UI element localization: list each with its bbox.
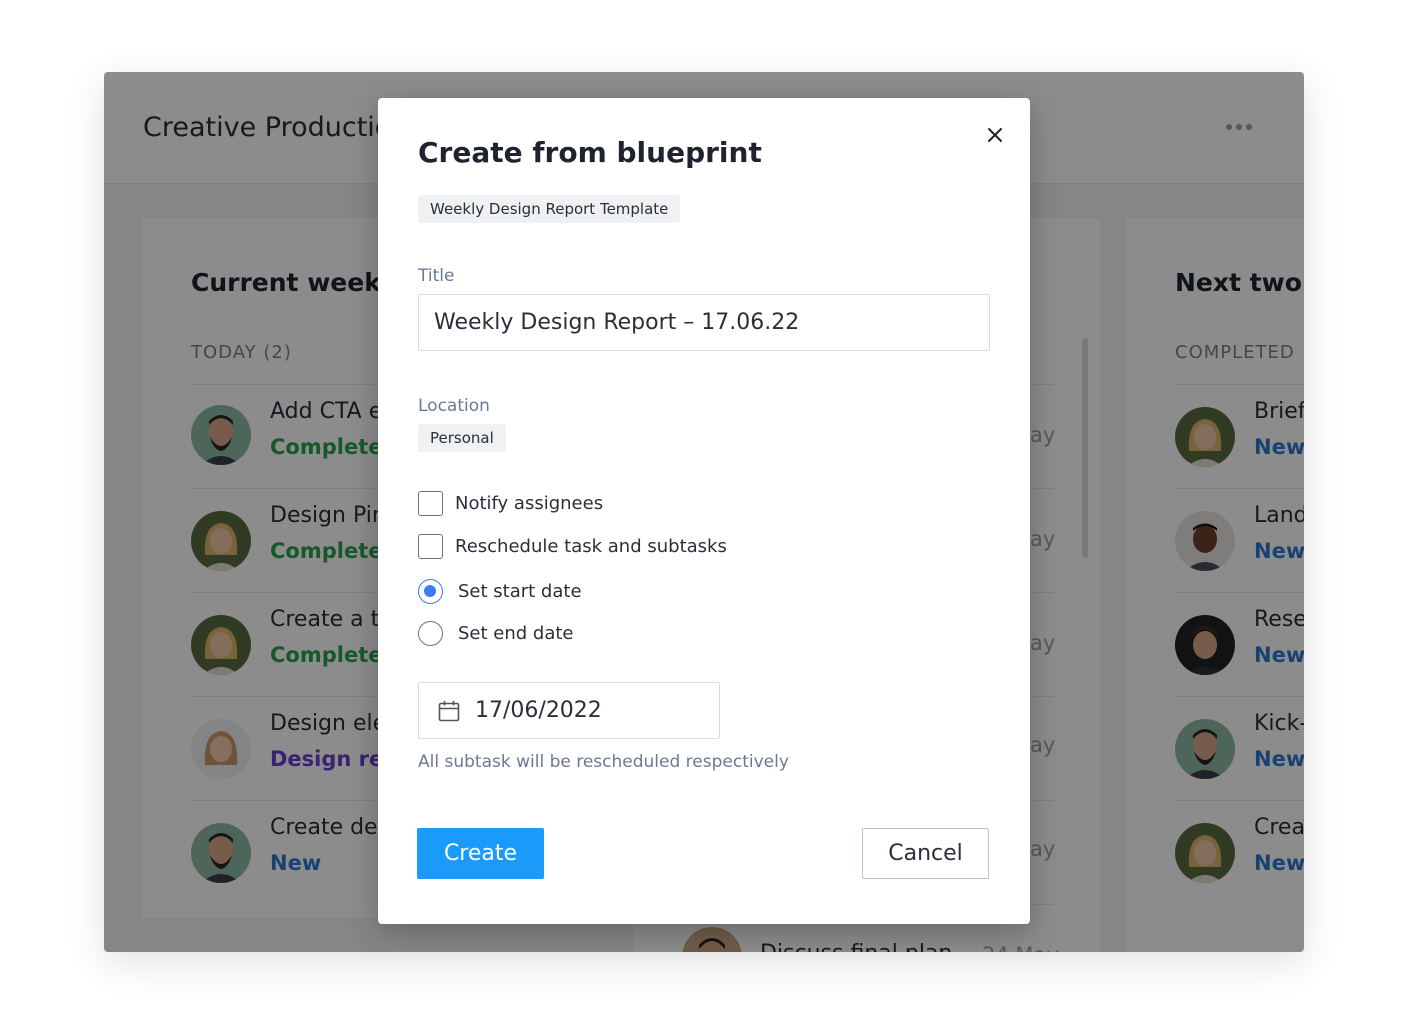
create-from-blueprint-dialog: Create from blueprint Weekly Design Repo… [378, 98, 1030, 924]
title-label: Title [418, 266, 455, 286]
set-start-date-radio[interactable] [418, 578, 443, 604]
dialog-title: Create from blueprint [418, 136, 762, 169]
title-input[interactable] [418, 294, 990, 351]
option-label: Set end date [458, 622, 574, 644]
calendar-icon [438, 700, 460, 721]
helper-text: All subtask will be rescheduled respecti… [418, 752, 789, 772]
create-button[interactable]: Create [417, 828, 544, 879]
location-chip[interactable]: Personal [418, 424, 506, 452]
date-value: 17/06/2022 [475, 698, 602, 723]
cancel-button[interactable]: Cancel [862, 828, 989, 879]
set-start-date-option[interactable]: Set start date [418, 578, 582, 604]
location-label: Location [418, 396, 490, 416]
set-end-date-radio[interactable] [418, 620, 443, 646]
close-button[interactable] [980, 120, 1010, 150]
option-label: Reschedule task and subtasks [455, 535, 727, 557]
notify-assignees-checkbox[interactable] [418, 490, 443, 516]
reschedule-option[interactable]: Reschedule task and subtasks [418, 533, 727, 559]
close-icon [988, 128, 1002, 142]
set-end-date-option[interactable]: Set end date [418, 620, 574, 646]
option-label: Notify assignees [455, 492, 604, 514]
reschedule-checkbox[interactable] [418, 533, 443, 559]
option-label: Set start date [458, 580, 582, 602]
date-input[interactable]: 17/06/2022 [418, 682, 720, 739]
template-chip: Weekly Design Report Template [418, 195, 681, 223]
notify-assignees-option[interactable]: Notify assignees [418, 490, 603, 516]
